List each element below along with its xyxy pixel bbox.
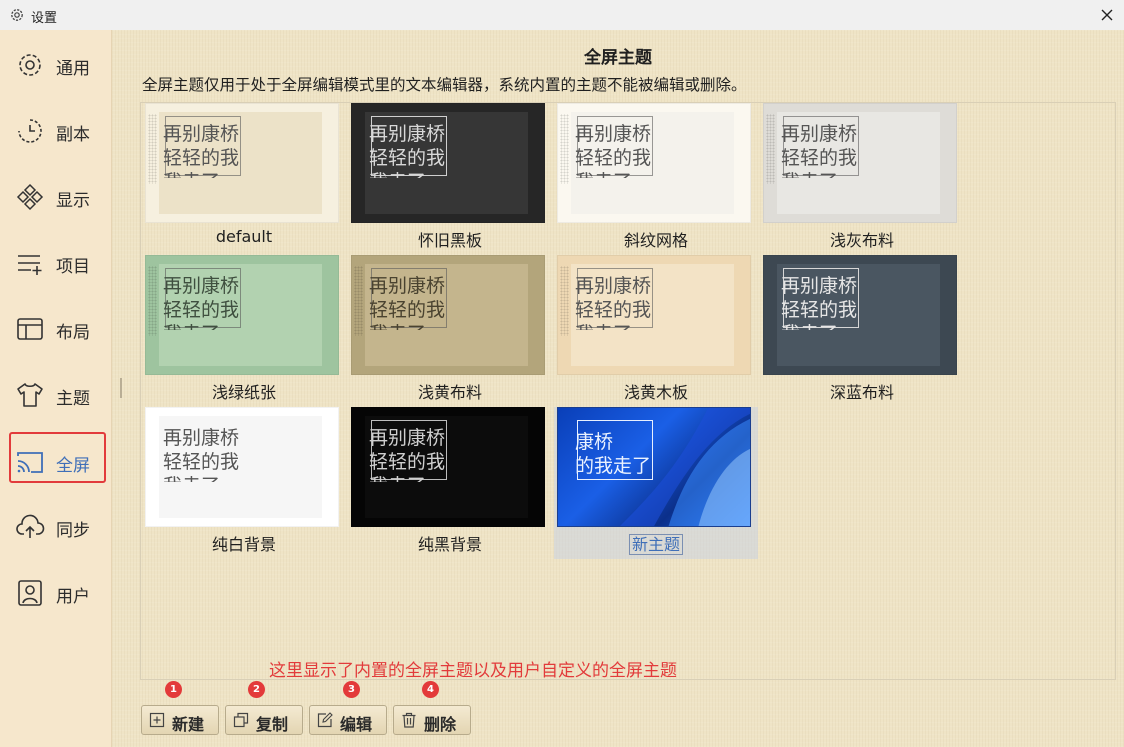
theme-thumbnail: 再别康桥轻轻的我我走了 xyxy=(557,255,751,375)
theme-name: 纯白背景 xyxy=(211,535,276,554)
theme-thumbnail: 再别康桥轻轻的我我走了 xyxy=(145,407,339,527)
clock-history-icon xyxy=(18,119,42,143)
theme-tile-light-yellow-wood[interactable]: 再别康桥轻轻的我我走了 浅黄木板 xyxy=(554,255,758,407)
theme-name: 浅灰布料 xyxy=(829,231,894,250)
theme-name: 深蓝布料 xyxy=(829,383,894,402)
theme-thumbnail: 再别康桥轻轻的我我走了 xyxy=(351,255,545,375)
theme-tile-chalkboard[interactable]: 再别康桥轻轻的我我走了 怀旧黑板 xyxy=(348,103,552,255)
sidebar-item-label: 同步 xyxy=(56,521,90,541)
theme-name: 纯黑背景 xyxy=(417,535,482,554)
sidebar-item-label: 显示 xyxy=(56,191,90,211)
step-badge-4: 4 xyxy=(422,681,439,698)
edit-icon xyxy=(317,712,333,728)
list-add-icon xyxy=(18,255,42,275)
step-badge-2: 2 xyxy=(248,681,265,698)
copy-icon xyxy=(233,712,249,728)
theme-gallery: 再别康桥轻轻的我我走了 default 再别康桥轻轻的我我走了 怀旧黑板 再别康… xyxy=(140,102,1116,681)
theme-thumbnail: 康桥 的我走了 xyxy=(557,407,751,527)
splitter-handle[interactable] xyxy=(120,378,122,398)
user-icon xyxy=(18,580,42,606)
sidebar-item-project[interactable]: 项目 xyxy=(0,240,111,284)
theme-name: 怀旧黑板 xyxy=(417,231,482,250)
sidebar-item-sync[interactable]: 同步 xyxy=(0,504,111,548)
sidebar-item-layout[interactable]: 布局 xyxy=(0,306,111,350)
theme-tile-pure-white[interactable]: 再别康桥轻轻的我我走了 纯白背景 xyxy=(142,407,346,559)
gear-icon xyxy=(19,54,41,76)
theme-tile-light-gray-fabric[interactable]: 再别康桥轻轻的我我走了 浅灰布料 xyxy=(760,103,964,255)
edit-button[interactable]: 编辑 xyxy=(309,705,387,735)
selection-highlight xyxy=(9,432,106,483)
gear-icon xyxy=(11,9,23,21)
page-description: 全屏主题仅用于处于全屏编辑模式里的文本编辑器，系统内置的主题不能被编辑或删除。 xyxy=(142,76,747,94)
layout-icon xyxy=(17,318,43,340)
annotation-text: 这里显示了内置的全屏主题以及用户自定义的全屏主题 xyxy=(269,661,677,681)
sidebar: 通用 副本 显示 项目 布局 主题 全屏 同步 用户 xyxy=(0,30,112,747)
theme-tile-pure-black[interactable]: 再别康桥轻轻的我我走了 纯黑背景 xyxy=(348,407,552,559)
page-title: 全屏主题 xyxy=(584,48,652,68)
cloud-upload-icon xyxy=(16,514,45,538)
theme-thumbnail: 再别康桥轻轻的我我走了 xyxy=(557,103,751,223)
theme-thumbnail: 再别康桥轻轻的我我走了 xyxy=(763,103,957,223)
copy-button[interactable]: 复制 xyxy=(225,705,303,735)
theme-tile-light-yellow-fabric[interactable]: 再别康桥轻轻的我我走了 浅黄布料 xyxy=(348,255,552,407)
title-bar: 设置 xyxy=(0,0,1124,31)
theme-name: 浅绿纸张 xyxy=(211,383,276,402)
sidebar-item-label: 项目 xyxy=(56,257,90,277)
theme-tile-twill-grid[interactable]: 再别康桥轻轻的我我走了 斜纹网格 xyxy=(554,103,758,255)
new-button[interactable]: 新建 xyxy=(141,705,219,735)
sidebar-item-display[interactable]: 显示 xyxy=(0,174,111,218)
theme-tile-light-green-paper[interactable]: 再别康桥轻轻的我我走了 浅绿纸张 xyxy=(142,255,346,407)
theme-thumbnail: 再别康桥轻轻的我我走了 xyxy=(145,103,339,223)
theme-name: 斜纹网格 xyxy=(623,231,688,250)
theme-name: default xyxy=(215,227,273,246)
theme-thumbnail: 再别康桥轻轻的我我走了 xyxy=(145,255,339,375)
sidebar-item-label: 副本 xyxy=(56,125,90,145)
theme-tile-default[interactable]: 再别康桥轻轻的我我走了 default xyxy=(142,103,346,255)
sidebar-item-label: 布局 xyxy=(56,323,90,343)
theme-thumbnail: 再别康桥轻轻的我我走了 xyxy=(351,407,545,527)
close-icon[interactable] xyxy=(1096,4,1118,26)
trash-icon xyxy=(402,712,416,728)
sidebar-item-label: 通用 xyxy=(56,59,90,79)
theme-name: 新主题 xyxy=(554,531,758,555)
sidebar-item-label: 用户 xyxy=(56,587,90,607)
step-badge-3: 3 xyxy=(343,681,360,698)
theme-thumbnail: 再别康桥轻轻的我我走了 xyxy=(763,255,957,375)
theme-tile-new-theme[interactable]: 康桥 的我走了 新主题 xyxy=(554,407,758,559)
theme-name: 浅黄木板 xyxy=(623,383,688,402)
sidebar-item-user[interactable]: 用户 xyxy=(0,570,111,614)
diamond-grid-icon xyxy=(16,183,44,211)
sidebar-item-copies[interactable]: 副本 xyxy=(0,108,111,152)
plus-square-icon xyxy=(149,712,165,728)
delete-button[interactable]: 删除 xyxy=(393,705,471,735)
window-title: 设置 xyxy=(31,11,58,26)
tshirt-icon xyxy=(17,383,43,407)
theme-name: 浅黄布料 xyxy=(417,383,482,402)
step-badge-1: 1 xyxy=(165,681,182,698)
main-panel: 全屏主题 全屏主题仅用于处于全屏编辑模式里的文本编辑器，系统内置的主题不能被编辑… xyxy=(112,30,1124,747)
sidebar-item-theme[interactable]: 主题 xyxy=(0,372,111,416)
theme-tile-dark-blue-fabric[interactable]: 再别康桥轻轻的我我走了 深蓝布料 xyxy=(760,255,964,407)
sidebar-item-label: 主题 xyxy=(56,389,90,409)
theme-thumbnail: 再别康桥轻轻的我我走了 xyxy=(351,103,545,223)
sidebar-item-general[interactable]: 通用 xyxy=(0,42,111,86)
